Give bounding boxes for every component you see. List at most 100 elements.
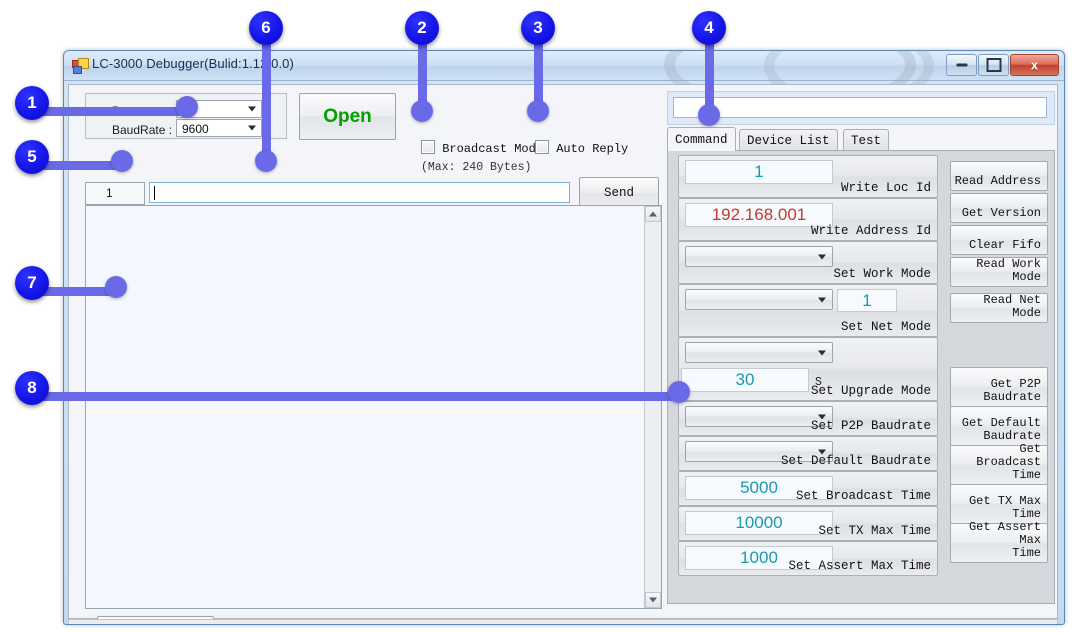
command-row[interactable]: Set Default Baudrate [678, 436, 938, 471]
callout-leader-line [32, 392, 682, 401]
caret-down-icon [649, 597, 657, 603]
command-row[interactable]: 192.168.001 Write Address Id [678, 198, 938, 241]
command-label: Set Assert Max Time [788, 559, 931, 573]
right-top-input[interactable] [673, 97, 1047, 118]
callout-number: 3 [533, 18, 543, 37]
side-button-label: Get P2P Baudrate [983, 377, 1041, 404]
callout-marker-8: 8 [15, 371, 49, 405]
log-scrollbar[interactable] [644, 206, 661, 608]
callout-number: 5 [27, 147, 37, 166]
callout-number: 4 [704, 18, 714, 37]
command-value: 5000 [740, 478, 778, 497]
broadcast-mode-checkbox[interactable]: Broadcast Mode [421, 140, 543, 156]
scroll-up-button[interactable] [645, 206, 661, 222]
command-label: Write Loc Id [840, 181, 931, 195]
callout-endpoint-dot [111, 150, 133, 172]
command-value: 1 [862, 290, 872, 310]
command-row[interactable]: 1 Write Loc Id [678, 155, 938, 198]
callout-endpoint-dot [527, 100, 549, 122]
callout-leader-line [32, 107, 187, 116]
side-button[interactable]: Read Work Mode [950, 257, 1048, 287]
title-bar: LC-3000 Debugger(Bulid:1.12.0.0) x [64, 51, 1064, 113]
command-row[interactable]: 30 S Set Upgrade Mode [678, 337, 938, 401]
checkbox-icon [421, 140, 435, 154]
callout-marker-6: 6 [249, 11, 283, 45]
chevron-down-icon [818, 254, 826, 259]
side-button-label: Get TX Max Time [968, 494, 1041, 521]
command-value: 10000 [735, 513, 783, 532]
tab-command[interactable]: Command [667, 127, 736, 151]
side-button[interactable]: Get Default Baudrate [950, 406, 1048, 446]
command-label: Write Address Id [810, 224, 931, 238]
tab-label: Command [675, 132, 728, 147]
callout-endpoint-dot [255, 150, 277, 172]
tab-label: Test [851, 133, 882, 148]
callout-marker-4: 4 [692, 11, 726, 45]
tab-label: Device List [747, 133, 830, 148]
side-button[interactable]: Read Net Mode [950, 293, 1048, 323]
side-button-label: Get Version [961, 206, 1041, 220]
callout-endpoint-dot [176, 96, 198, 118]
callout-endpoint-dot [411, 100, 433, 122]
status-bar [68, 619, 1058, 624]
command-select[interactable] [685, 342, 833, 363]
side-button-label: Get Assert Max Time [968, 520, 1041, 560]
tab-test[interactable]: Test [843, 129, 890, 151]
baudrate-value: 9600 [182, 122, 209, 136]
command-label: Set P2P Baudrate [810, 419, 931, 433]
side-button-label: Read Address [954, 174, 1041, 188]
side-button[interactable]: Clear Fifo [950, 225, 1048, 255]
command-label: Set TX Max Time [818, 524, 931, 538]
open-button[interactable]: Open [299, 93, 396, 140]
command-value-input[interactable]: 10000 [685, 511, 833, 535]
side-button[interactable]: Get Assert Max Time [950, 520, 1048, 563]
side-button[interactable]: Get Broadcast Time [950, 443, 1048, 485]
auto-reply-checkbox[interactable]: Auto Reply [535, 140, 628, 156]
callout-marker-1: 1 [15, 86, 49, 120]
side-button[interactable]: Read Address [950, 161, 1048, 191]
side-button[interactable]: Get P2P Baudrate [950, 367, 1048, 407]
command-row[interactable]: 1 Set Net Mode [678, 284, 938, 337]
log-output[interactable] [85, 205, 662, 609]
command-label: Set Work Mode [833, 267, 931, 281]
baudrate-select[interactable]: 9600 [176, 119, 262, 137]
command-value-input[interactable]: 1 [685, 160, 833, 184]
caret-up-icon [649, 211, 657, 217]
send-index-value: 1 [106, 186, 113, 200]
application-window: LC-3000 Debugger(Bulid:1.12.0.0) x Port … [63, 50, 1065, 625]
scroll-down-button[interactable] [645, 592, 661, 608]
command-row[interactable]: 1000 Set Assert Max Time [678, 541, 938, 576]
close-icon: x [1030, 57, 1039, 73]
command-label: Set Upgrade Mode [810, 384, 931, 398]
chevron-down-icon [818, 297, 826, 302]
text-caret [154, 186, 155, 200]
side-button-label: Read Work Mode [976, 257, 1041, 284]
command-row[interactable]: Set Work Mode [678, 241, 938, 284]
command-tab-panel: 1 Write Loc Id 192.168.001 Write Address Id… [667, 150, 1055, 604]
callout-number: 7 [27, 273, 37, 292]
command-label: Set Default Baudrate [780, 454, 931, 468]
command-select[interactable] [685, 289, 833, 310]
side-button-label: Get Default Baudrate [961, 416, 1041, 443]
callout-marker-3: 3 [521, 11, 555, 45]
send-input[interactable] [149, 182, 570, 203]
command-select[interactable] [685, 246, 833, 267]
command-label: Set Broadcast Time [795, 489, 931, 503]
callout-number: 6 [261, 18, 271, 37]
maximize-button[interactable] [978, 54, 1009, 76]
command-value-input[interactable]: 30 [681, 368, 809, 392]
minimize-button[interactable] [946, 54, 977, 76]
broadcast-mode-label: Broadcast Mode [442, 142, 544, 156]
side-button[interactable]: Get TX Max Time [950, 484, 1048, 524]
callout-number: 1 [27, 93, 37, 112]
callout-endpoint-dot [668, 381, 690, 403]
tab-device-list[interactable]: Device List [739, 129, 838, 151]
side-button-label: Read Net Mode [983, 293, 1041, 320]
close-button[interactable]: x [1010, 54, 1059, 76]
side-button[interactable]: Get Version [950, 193, 1048, 223]
command-row[interactable]: 5000 Set Broadcast Time [678, 471, 938, 506]
command-value-input[interactable]: 1 [837, 289, 897, 312]
send-index-field[interactable]: 1 [85, 182, 145, 205]
command-row[interactable]: 10000 Set TX Max Time [678, 506, 938, 541]
command-row[interactable]: Set P2P Baudrate [678, 401, 938, 436]
